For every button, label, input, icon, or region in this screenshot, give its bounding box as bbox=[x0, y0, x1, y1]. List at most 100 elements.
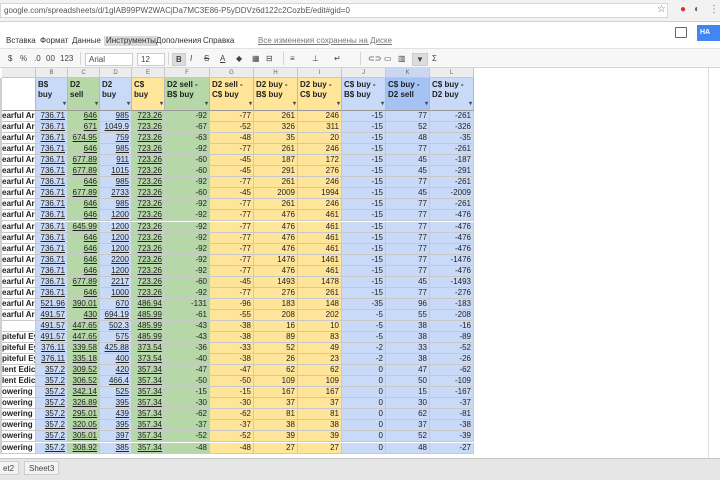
table-cell[interactable]: 723.26 bbox=[132, 255, 165, 266]
table-cell[interactable]: -476 bbox=[430, 266, 474, 277]
table-cell[interactable]: 52 bbox=[386, 122, 430, 133]
table-cell[interactable]: 723.26 bbox=[132, 144, 165, 155]
table-cell[interactable]: -60 bbox=[165, 166, 210, 177]
table-cell[interactable]: 357.34 bbox=[132, 443, 165, 454]
table-cell[interactable]: -476 bbox=[430, 222, 474, 233]
table-cell[interactable]: -47 bbox=[165, 365, 210, 376]
table-cell[interactable]: -92 bbox=[165, 210, 210, 221]
table-cell[interactable]: 50 bbox=[386, 376, 430, 387]
save-status[interactable]: Все изменения сохранены на Диске bbox=[258, 36, 392, 45]
table-cell[interactable]: -15 bbox=[342, 277, 386, 288]
functions-icon[interactable]: Σ bbox=[432, 53, 437, 64]
row-name-cell[interactable] bbox=[2, 321, 36, 332]
table-cell[interactable]: 911 bbox=[100, 155, 132, 166]
table-cell[interactable]: 261 bbox=[254, 144, 298, 155]
table-cell[interactable]: 33 bbox=[386, 343, 430, 354]
table-cell[interactable]: 109 bbox=[298, 376, 342, 387]
header-cell[interactable]: D2 sell - C$ buy ▾ bbox=[210, 78, 254, 111]
table-cell[interactable]: 677.89 bbox=[68, 188, 100, 199]
row-name-cell[interactable]: earful Aria bbox=[2, 233, 36, 244]
table-cell[interactable]: -50 bbox=[210, 376, 254, 387]
table-cell[interactable]: 736.71 bbox=[36, 255, 68, 266]
row-name-cell[interactable]: owering S bbox=[2, 409, 36, 420]
percent-format-button[interactable]: % bbox=[20, 53, 27, 64]
table-cell[interactable]: 736.71 bbox=[36, 188, 68, 199]
table-cell[interactable]: 491.57 bbox=[36, 321, 68, 332]
table-cell[interactable]: 208 bbox=[254, 310, 298, 321]
row-name-cell[interactable]: earful Aria bbox=[2, 122, 36, 133]
table-cell[interactable]: -261 bbox=[430, 144, 474, 155]
table-cell[interactable]: 376.11 bbox=[36, 343, 68, 354]
table-cell[interactable]: 261 bbox=[298, 288, 342, 299]
row-name-cell[interactable]: owering S bbox=[2, 420, 36, 431]
table-cell[interactable]: 305.01 bbox=[68, 431, 100, 442]
table-cell[interactable]: 109 bbox=[254, 376, 298, 387]
column-header-h[interactable]: H bbox=[254, 68, 298, 78]
table-cell[interactable]: -167 bbox=[430, 387, 474, 398]
table-cell[interactable]: 486.94 bbox=[132, 299, 165, 310]
table-cell[interactable]: -261 bbox=[430, 177, 474, 188]
table-cell[interactable]: 694.19 bbox=[100, 310, 132, 321]
table-cell[interactable]: -2009 bbox=[430, 188, 474, 199]
table-cell[interactable]: 357.2 bbox=[36, 409, 68, 420]
table-cell[interactable]: -89 bbox=[430, 332, 474, 343]
filter-dropdown-icon[interactable]: ▾ bbox=[249, 99, 252, 109]
table-cell[interactable]: 646 bbox=[68, 199, 100, 210]
table-cell[interactable]: -291 bbox=[430, 166, 474, 177]
table-cell[interactable]: -48 bbox=[210, 133, 254, 144]
table-cell[interactable]: 723.26 bbox=[132, 122, 165, 133]
table-cell[interactable]: 723.26 bbox=[132, 133, 165, 144]
table-cell[interactable]: 357.34 bbox=[132, 431, 165, 442]
table-cell[interactable]: -15 bbox=[342, 210, 386, 221]
table-cell[interactable]: 261 bbox=[254, 177, 298, 188]
table-cell[interactable]: 1200 bbox=[100, 222, 132, 233]
table-cell[interactable]: 485.99 bbox=[132, 321, 165, 332]
table-cell[interactable]: -67 bbox=[165, 122, 210, 133]
table-cell[interactable]: 723.26 bbox=[132, 266, 165, 277]
table-cell[interactable]: 646 bbox=[68, 233, 100, 244]
table-cell[interactable]: -15 bbox=[342, 133, 386, 144]
header-cell[interactable]: D2 buy ▾ bbox=[100, 78, 132, 111]
table-cell[interactable]: 466.4 bbox=[100, 376, 132, 387]
table-cell[interactable]: -77 bbox=[210, 255, 254, 266]
merge-cells-icon[interactable]: ⊟ bbox=[266, 53, 273, 64]
table-cell[interactable]: -92 bbox=[165, 244, 210, 255]
table-cell[interactable]: -37 bbox=[210, 420, 254, 431]
table-cell[interactable]: 45 bbox=[386, 277, 430, 288]
table-cell[interactable]: -15 bbox=[342, 177, 386, 188]
table-cell[interactable]: 311 bbox=[298, 122, 342, 133]
table-cell[interactable]: 45 bbox=[386, 166, 430, 177]
table-cell[interactable]: -15 bbox=[342, 155, 386, 166]
table-cell[interactable]: 276 bbox=[298, 166, 342, 177]
table-cell[interactable]: 308.92 bbox=[68, 443, 100, 454]
table-cell[interactable]: 447.65 bbox=[68, 332, 100, 343]
table-cell[interactable]: 2733 bbox=[100, 188, 132, 199]
table-cell[interactable]: -77 bbox=[210, 144, 254, 155]
table-cell[interactable]: 2009 bbox=[254, 188, 298, 199]
table-cell[interactable]: 320.05 bbox=[68, 420, 100, 431]
row-name-cell[interactable]: lent Edic bbox=[2, 365, 36, 376]
table-cell[interactable]: 339.58 bbox=[68, 343, 100, 354]
table-cell[interactable]: -15 bbox=[342, 111, 386, 122]
table-cell[interactable]: -60 bbox=[165, 277, 210, 288]
table-cell[interactable]: 62 bbox=[298, 365, 342, 376]
table-cell[interactable]: -1476 bbox=[430, 255, 474, 266]
table-cell[interactable]: -5 bbox=[342, 310, 386, 321]
table-cell[interactable]: 96 bbox=[386, 299, 430, 310]
table-cell[interactable]: -92 bbox=[165, 222, 210, 233]
table-cell[interactable]: 187 bbox=[254, 155, 298, 166]
table-cell[interactable]: -77 bbox=[210, 199, 254, 210]
table-cell[interactable]: 476 bbox=[254, 210, 298, 221]
table-cell[interactable]: 342.14 bbox=[68, 387, 100, 398]
table-cell[interactable]: 77 bbox=[386, 266, 430, 277]
table-cell[interactable]: -15 bbox=[342, 233, 386, 244]
table-cell[interactable]: -15 bbox=[342, 222, 386, 233]
table-cell[interactable]: 357.34 bbox=[132, 420, 165, 431]
table-cell[interactable]: -5 bbox=[342, 321, 386, 332]
table-cell[interactable]: 390.01 bbox=[68, 299, 100, 310]
row-name-cell[interactable]: earful Aria bbox=[2, 155, 36, 166]
table-cell[interactable]: 736.71 bbox=[36, 166, 68, 177]
table-cell[interactable]: 77 bbox=[386, 244, 430, 255]
table-cell[interactable]: 2200 bbox=[100, 255, 132, 266]
table-cell[interactable]: 246 bbox=[298, 144, 342, 155]
